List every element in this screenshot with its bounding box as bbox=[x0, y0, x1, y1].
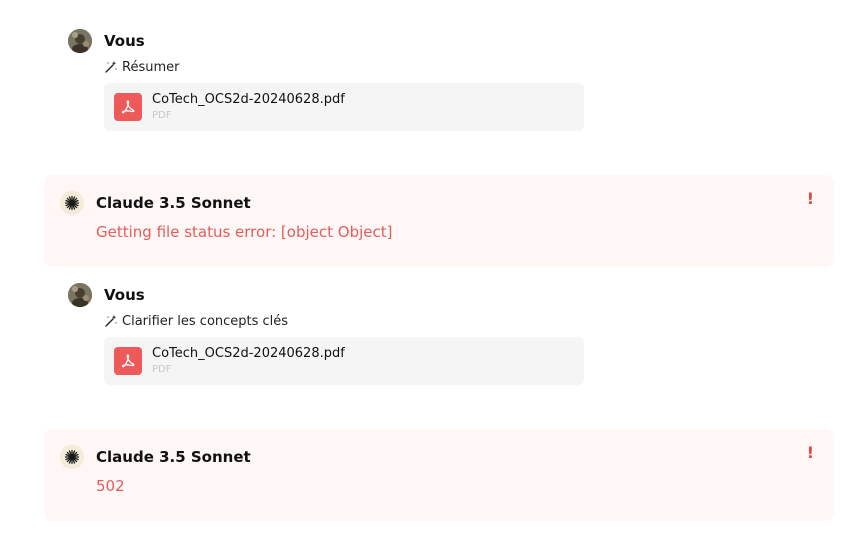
claude-logo-icon bbox=[60, 445, 84, 469]
author-name: Claude 3.5 Sonnet bbox=[96, 448, 251, 466]
chat-thread: Vous Résumer CoTech_OCS2d-20240628.pdf P… bbox=[0, 0, 857, 560]
prompt-action-label: Résumer bbox=[122, 59, 180, 75]
file-name: CoTech_OCS2d-20240628.pdf bbox=[152, 346, 345, 361]
user-avatar bbox=[68, 283, 92, 307]
message-header: Claude 3.5 Sonnet bbox=[60, 191, 251, 215]
prompt-action: Résumer bbox=[104, 59, 588, 75]
message-header: Vous bbox=[68, 29, 588, 53]
pdf-file-icon bbox=[114, 93, 142, 121]
user-message: Vous Clarifier les concepts clés CoTech_ bbox=[68, 283, 588, 385]
error-message: Getting file status error: [object Objec… bbox=[96, 223, 393, 241]
user-avatar bbox=[68, 29, 92, 53]
assistant-error-message: Claude 3.5 Sonnet Getting file status er… bbox=[44, 175, 834, 267]
author-name: Vous bbox=[104, 32, 145, 50]
error-indicator-icon: ! bbox=[806, 443, 814, 462]
error-indicator-icon: ! bbox=[806, 189, 814, 208]
author-name: Claude 3.5 Sonnet bbox=[96, 194, 251, 212]
prompt-action: Clarifier les concepts clés bbox=[104, 313, 588, 329]
attached-file-card[interactable]: CoTech_OCS2d-20240628.pdf PDF bbox=[104, 83, 584, 131]
claude-logo-icon bbox=[60, 191, 84, 215]
message-header: Vous bbox=[68, 283, 588, 307]
file-type: PDF bbox=[152, 364, 172, 375]
file-name: CoTech_OCS2d-20240628.pdf bbox=[152, 92, 345, 107]
pdf-file-icon bbox=[114, 347, 142, 375]
author-name: Vous bbox=[104, 286, 145, 304]
magic-wand-icon bbox=[104, 60, 118, 74]
user-message: Vous Résumer CoTech_OCS2d-20240628.pdf P… bbox=[68, 29, 588, 131]
message-header: Claude 3.5 Sonnet bbox=[60, 445, 251, 469]
file-type: PDF bbox=[152, 110, 172, 121]
file-meta: CoTech_OCS2d-20240628.pdf PDF bbox=[152, 92, 345, 122]
error-message: 502 bbox=[96, 477, 125, 495]
file-meta: CoTech_OCS2d-20240628.pdf PDF bbox=[152, 346, 345, 376]
attached-file-card[interactable]: CoTech_OCS2d-20240628.pdf PDF bbox=[104, 337, 584, 385]
magic-wand-icon bbox=[104, 314, 118, 328]
assistant-error-message: Claude 3.5 Sonnet 502 ! bbox=[44, 429, 834, 521]
prompt-action-label: Clarifier les concepts clés bbox=[122, 313, 289, 329]
